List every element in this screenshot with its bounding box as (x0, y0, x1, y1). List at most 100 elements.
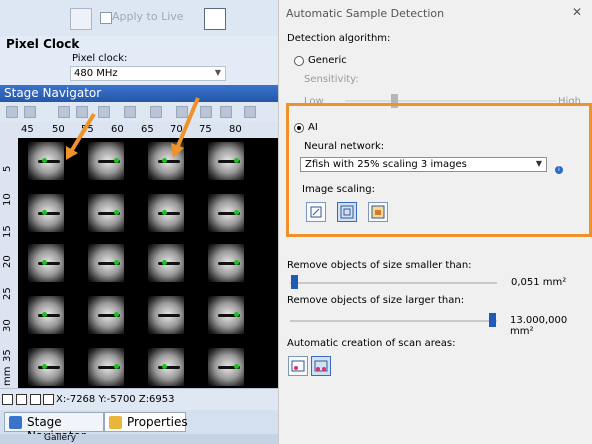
scale-image-icon (371, 205, 385, 219)
neural-network-label: Neural network: (304, 141, 385, 152)
panel-tabs: Stage Navigator Properties (0, 410, 278, 443)
detected-sample-marker (162, 260, 167, 265)
detected-sample-marker (42, 260, 47, 265)
scan-area-icon (291, 360, 305, 372)
x-tick: 70 (170, 124, 183, 135)
min-size-value: 0,051 mm² (511, 277, 567, 288)
crop-icon[interactable] (70, 8, 92, 30)
properties-icon (109, 416, 122, 429)
detected-sample-marker (42, 312, 47, 317)
toolbar-icon[interactable] (200, 106, 212, 118)
y-tick: 35 (2, 349, 13, 362)
sensitivity-slider-track (345, 100, 557, 102)
x-tick: 65 (141, 124, 154, 135)
remove-smaller-label: Remove objects of size smaller than: (287, 260, 472, 271)
image-scaling-label: Image scaling: (302, 184, 375, 195)
toolbar-icon[interactable] (124, 106, 136, 118)
max-size-slider-thumb[interactable] (489, 313, 496, 327)
stage-navigator-title: Stage Navigator (4, 86, 102, 100)
scale-fit-icon (340, 205, 354, 219)
y-unit: mm (2, 366, 13, 386)
min-size-slider-track (290, 282, 497, 284)
toolbar-icon[interactable] (58, 106, 70, 118)
tab-stage-navigator[interactable]: Stage Navigator (4, 412, 104, 443)
x-tick: 75 (199, 124, 212, 135)
min-size-slider-thumb[interactable] (291, 275, 298, 289)
apply-to-live-label: Apply to Live (112, 10, 184, 23)
remove-larger-label: Remove objects of size larger than: (287, 295, 465, 306)
scan-area-option-1[interactable] (288, 356, 308, 376)
y-tick: 20 (2, 255, 13, 268)
detected-sample-marker (114, 210, 119, 215)
stage-navigator-icon (9, 416, 22, 429)
toolbar-icon[interactable] (244, 106, 256, 118)
toolbar-icon[interactable] (220, 106, 232, 118)
pixel-clock-select[interactable]: 480 MHz ▼ (70, 66, 226, 81)
x-tick: 50 (52, 124, 65, 135)
gear-icon[interactable] (16, 394, 27, 405)
coordinate-readout: X:-7268 Y:-5700 Z:6953 (56, 394, 175, 405)
fit-view-icon[interactable] (43, 394, 54, 405)
scale-down-icon (310, 206, 322, 218)
neural-network-select[interactable]: Zfish with 25% scaling 3 images ▼ (300, 157, 547, 172)
dialog-title: Automatic Sample Detection (286, 7, 445, 20)
chevron-down-icon: ▼ (535, 159, 542, 168)
y-tick: 15 (2, 225, 13, 238)
info-icon[interactable]: i (555, 166, 563, 174)
toolbar-icon[interactable] (150, 106, 162, 118)
generic-radio[interactable] (294, 56, 304, 66)
detected-sample-marker (114, 260, 119, 265)
detected-sample-marker (114, 364, 119, 369)
detected-sample-marker (42, 364, 47, 369)
detected-sample-marker (114, 312, 119, 317)
stage-navigator-toolbar (0, 102, 278, 123)
detected-sample-marker (114, 158, 119, 163)
gallery-tab-strip: Gallery (0, 433, 278, 444)
detection-algorithm-label: Detection algorithm: (287, 33, 391, 44)
sensitivity-label: Sensitivity: (304, 74, 359, 85)
detected-sample-marker (234, 260, 239, 265)
zoom-in-icon[interactable] (30, 394, 41, 405)
y-tick: 5 (2, 165, 13, 172)
toolbar-icon[interactable] (6, 106, 18, 118)
detected-sample-marker (234, 210, 239, 215)
camera-toolbar: Apply to Live (0, 0, 278, 36)
larva (158, 314, 180, 317)
scan-area-option-2[interactable] (311, 356, 331, 376)
gallery-tab[interactable]: Gallery (44, 433, 76, 443)
ai-radio[interactable] (294, 123, 304, 133)
chevron-down-icon: ▼ (214, 68, 221, 77)
detected-sample-marker (42, 210, 47, 215)
detected-sample-marker (234, 312, 239, 317)
detected-sample-marker (162, 364, 167, 369)
apply-to-live-checkbox[interactable] (100, 12, 112, 24)
close-icon[interactable]: ✕ (572, 5, 582, 19)
scan-area-grid-icon (314, 360, 328, 372)
zoom-out-icon[interactable] (2, 394, 13, 405)
detected-sample-marker (42, 158, 47, 163)
scaling-option-selected[interactable] (337, 202, 357, 222)
x-tick: 80 (229, 124, 242, 135)
x-tick: 55 (81, 124, 94, 135)
detected-sample-marker (234, 158, 239, 163)
detected-sample-marker (162, 210, 167, 215)
toolbar-icon[interactable] (176, 106, 188, 118)
toolbar-icon[interactable] (24, 106, 36, 118)
toolbar-icon[interactable] (98, 106, 110, 118)
scaling-option-image[interactable] (368, 202, 388, 222)
well-plate-image[interactable] (18, 138, 278, 388)
y-axis-ruler: 5 10 15 20 25 30 35 mm (0, 138, 18, 388)
x-tick: 60 (111, 124, 124, 135)
stage-navigator-titlebar: Stage Navigator (0, 85, 278, 102)
ai-label: AI (308, 122, 318, 133)
auto-scan-areas-label: Automatic creation of scan areas: (287, 338, 456, 349)
toolbar-icon[interactable] (76, 106, 88, 118)
settings-icon[interactable] (204, 8, 226, 30)
pixel-clock-title: Pixel Clock (6, 37, 80, 51)
y-tick: 30 (2, 319, 13, 332)
scaling-option-none[interactable] (306, 202, 326, 222)
tab-properties[interactable]: Properties (104, 412, 188, 432)
max-size-value: 13.000,000 mm² (510, 315, 568, 337)
x-tick: 45 (21, 124, 34, 135)
x-axis-ruler: 45 50 55 60 65 70 75 80 (0, 122, 278, 138)
